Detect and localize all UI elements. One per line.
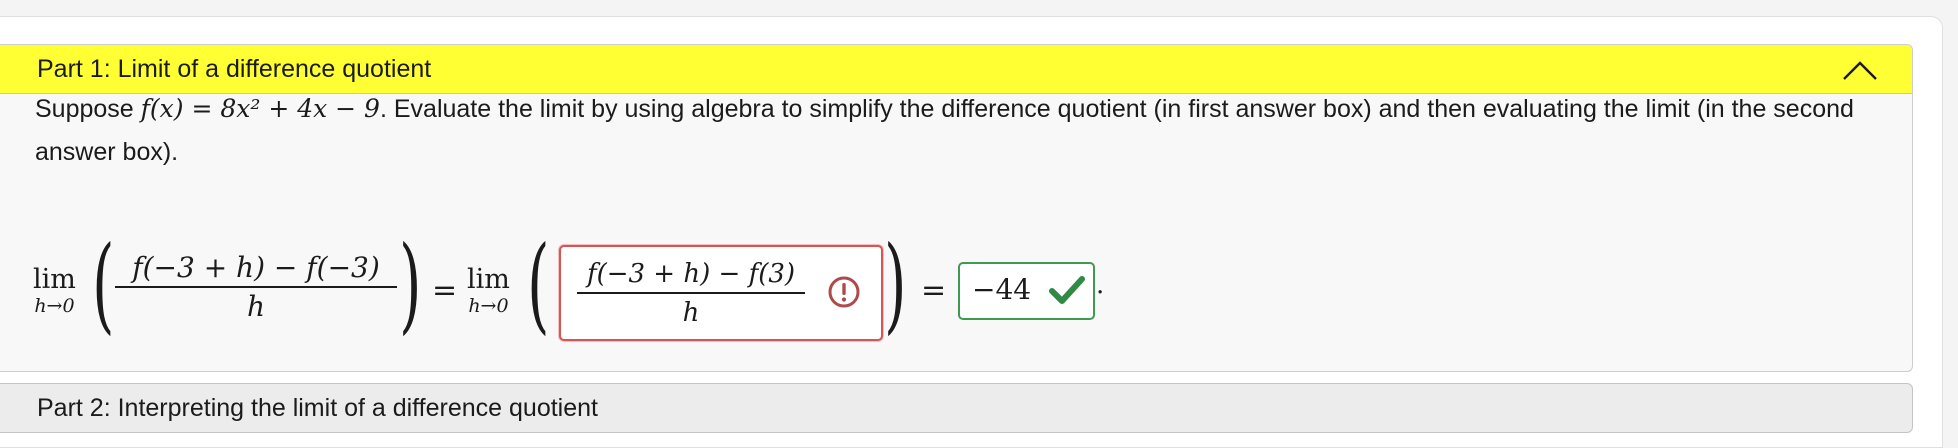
- function-definition: f(x) = 8x² + 4x − 9: [140, 94, 380, 123]
- answer-box-limit-value[interactable]: −44: [958, 262, 1095, 320]
- sentence-period: .: [1096, 270, 1105, 300]
- equals-sign-2: =: [921, 273, 947, 308]
- left-paren-close: ): [399, 223, 422, 345]
- left-paren-open: (: [92, 223, 115, 345]
- checkmark-icon: [1049, 276, 1085, 304]
- part1-title: Part 1: Limit of a difference quotient: [37, 55, 432, 83]
- lim-subscript: h→0: [34, 295, 75, 317]
- lim-word: lim: [467, 264, 510, 295]
- limit-operator-right: lim h→0: [467, 264, 510, 318]
- quotient-numerator: f(−3 + h) − f(−3): [132, 251, 380, 284]
- quotient-denominator: h: [246, 290, 266, 323]
- answer1-fraction: f(−3 + h) − f(3) h: [577, 256, 805, 332]
- answer-box-difference-quotient[interactable]: f(−3 + h) − f(3) h: [559, 245, 883, 341]
- part2-header[interactable]: Part 2: Interpreting the limit of a diff…: [0, 383, 1913, 433]
- right-paren-close: ): [884, 223, 907, 345]
- right-paren-open: (: [527, 223, 550, 345]
- lim-subscript: h→0: [468, 295, 509, 317]
- chevron-up-icon: [1843, 61, 1877, 80]
- answer1-denominator: h: [682, 298, 700, 328]
- lim-word: lim: [33, 264, 76, 295]
- difference-quotient: f(−3 + h) − f(−3) h: [115, 250, 397, 326]
- part2-title: Part 2: Interpreting the limit of a diff…: [37, 394, 598, 422]
- exclamation-circle-icon[interactable]: [826, 274, 862, 310]
- problem-statement: Suppose f(x) = 8x² + 4x − 9. Evaluate th…: [35, 87, 1875, 174]
- prompt-lead: Suppose: [35, 95, 141, 123]
- answer2-value: −44: [972, 273, 1032, 306]
- collapse-button[interactable]: [1836, 53, 1884, 87]
- limit-operator-left: lim h→0: [33, 264, 76, 318]
- equals-sign-1: =: [432, 273, 458, 308]
- answer1-numerator: f(−3 + h) − f(3): [586, 259, 796, 289]
